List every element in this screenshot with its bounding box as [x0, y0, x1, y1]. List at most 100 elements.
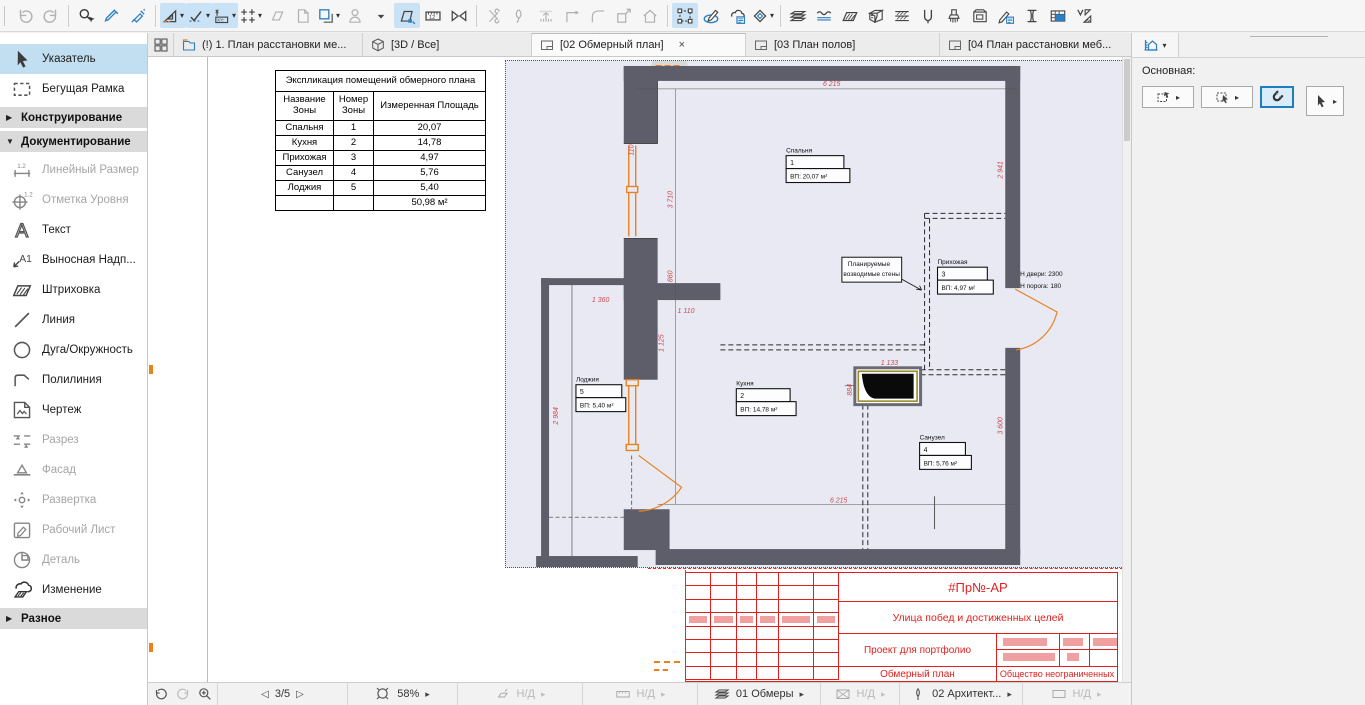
edit-selection-set-button[interactable] — [672, 3, 698, 28]
toolbox-group-more[interactable]: ▶ Разное — [0, 608, 147, 629]
toolbox-item-fill-tool[interactable]: Штриховка — [0, 275, 147, 305]
measure-button[interactable]: 12 — [420, 3, 446, 28]
tab-layout-1[interactable]: (!) 1. План расстановки ме... — [174, 33, 363, 56]
tab-04-furniture-plan[interactable]: [04 План расстановки меб... — [940, 33, 1131, 56]
toolbox-item-text-tool[interactable]: A Текст — [0, 215, 147, 245]
zone-stamp-hall[interactable]: Прихожая 3 ВП: 4,97 м² — [936, 259, 994, 295]
skew-icon — [268, 7, 286, 25]
dropdown-caret-icon[interactable]: ▾ — [258, 11, 262, 20]
tab-3d-all[interactable]: [3D / Все] — [363, 33, 532, 56]
survey-plan-drawing[interactable]: Спальня 1 ВП: 20,07 м² Кухня 2 ВП: 14,78… — [505, 60, 1128, 568]
zoom-control[interactable]: 58% ▸ — [348, 683, 458, 705]
view-history-controls[interactable] — [148, 683, 218, 705]
zone-stamp-kitchen[interactable]: Кухня 2 ВП: 14,78 м² — [735, 381, 797, 417]
favorites-apply-button[interactable] — [1071, 3, 1097, 28]
toolbox-item-arrow-tool[interactable]: Указатель — [0, 44, 147, 74]
drawing-setup-button[interactable] — [967, 3, 993, 28]
guide-lines-button[interactable]: ▾ — [160, 3, 186, 28]
prev-story-icon[interactable]: ◁ — [261, 689, 269, 700]
dropdown-caret-icon[interactable]: ▾ — [180, 11, 184, 20]
tab-label: [02 Обмерный план] — [560, 39, 664, 51]
title-block-cell — [779, 666, 814, 681]
tab-overview-button[interactable] — [148, 33, 174, 56]
layer-selector[interactable]: 01 Обмеры ▸ — [698, 683, 821, 705]
edit-marquee-button[interactable]: ▸ — [1142, 86, 1194, 108]
table-row: Спальня 1 20,07 — [275, 120, 486, 136]
zoom-level[interactable]: 58% — [397, 688, 419, 700]
wave-icon — [815, 7, 833, 25]
dropdown-caret-icon[interactable]: ▾ — [770, 11, 774, 20]
pen-tool-button[interactable] — [915, 3, 941, 28]
zone-stamp-loggia[interactable]: Лоджия 5 ВП: 5,40 м² — [575, 377, 627, 413]
title-block[interactable]: #Пр№-АР Улица побед и достиженных целей … — [685, 572, 1118, 682]
snap-grid-button[interactable]: ▾ — [238, 3, 264, 28]
line-types-button[interactable] — [889, 3, 915, 28]
drawing-canvas[interactable]: Экспликация помещений обмерного плана На… — [148, 57, 1131, 682]
toolbox-item-line-tool[interactable]: Линия — [0, 305, 147, 335]
zone-stamp-bedroom[interactable]: Спальня 1 ВП: 20,07 м² — [785, 148, 851, 184]
annotate-button[interactable] — [698, 3, 724, 28]
quick-layers-button[interactable]: ▾ — [1132, 33, 1179, 57]
dim-icon: 1.2 — [11, 159, 33, 181]
tab-close-icon[interactable]: × — [679, 39, 685, 51]
tab-02-survey-plan[interactable]: [02 Обмерный план] × — [532, 33, 746, 56]
favorites-button[interactable]: ▾ — [750, 3, 776, 28]
scrollbar-thumb[interactable] — [1124, 59, 1130, 141]
dropdown-caret-icon[interactable]: ▾ — [206, 11, 210, 20]
toolbox-item-change-tool[interactable]: Изменение — [0, 575, 147, 605]
callout-planned-walls[interactable]: Планируемые возводимые стены — [841, 256, 922, 291]
zoom-in-icon[interactable] — [197, 686, 213, 702]
title-block-cell — [779, 613, 814, 627]
copy-frame-button[interactable]: ▾ — [316, 3, 342, 28]
snapcheck-icon — [187, 7, 205, 25]
snap-guides-button[interactable]: ▾ — [186, 3, 212, 28]
zone-stamp-bathroom[interactable]: Санузел 4 ВП: 5,76 м² — [919, 435, 972, 470]
menu-arrow-icon[interactable]: ▸ — [425, 689, 430, 700]
complex-profiles-button[interactable] — [1019, 3, 1045, 28]
toolbox-item-polyline-tool[interactable]: Полилиния — [0, 365, 147, 395]
stretch-marquee-button[interactable] — [446, 3, 472, 28]
panel-handle[interactable] — [1250, 36, 1328, 37]
back-icon[interactable] — [153, 686, 169, 702]
coordinate-input-button[interactable]: XY: ▾ — [212, 3, 238, 28]
inject-parameters-button[interactable] — [125, 3, 151, 28]
layer-settings-button[interactable] — [785, 3, 811, 28]
renovation-icon — [495, 686, 511, 702]
toolbox-item-label-tool[interactable]: A1 Выносная Надп... — [0, 245, 147, 275]
schedules-button[interactable] — [1045, 3, 1071, 28]
story-indicator[interactable]: 3/5 — [275, 688, 290, 700]
polygon-edit-button[interactable] — [394, 3, 420, 28]
arrow-mode-button[interactable]: ▸ — [1306, 86, 1345, 116]
vertical-scrollbar[interactable] — [1122, 57, 1131, 682]
fillet-icon — [589, 7, 607, 25]
layerlist-icon — [789, 7, 807, 25]
tab-03-floor-plan[interactable]: [03 План полов] — [746, 33, 940, 56]
composites-button[interactable] — [863, 3, 889, 28]
surfaces-button[interactable] — [941, 3, 967, 28]
next-story-icon[interactable]: ▷ — [296, 689, 304, 700]
more-options-button[interactable] — [368, 3, 394, 28]
magnet-toggle-button[interactable] — [1260, 86, 1294, 108]
findselect-icon — [77, 7, 95, 25]
pen-set-selector[interactable]: 02 Архитект... ▸ — [900, 683, 1023, 705]
dropdown-caret-icon[interactable]: ▾ — [336, 11, 340, 20]
fit-in-window-icon[interactable] — [375, 686, 391, 702]
svg-text:Санузел: Санузел — [920, 435, 945, 442]
toolbar-grip[interactable] — [4, 5, 8, 26]
select-marquee-button[interactable]: ▸ — [1201, 86, 1253, 108]
profiles-button[interactable] — [811, 3, 837, 28]
toolbox-group-design[interactable]: ▶ Конструирование — [0, 107, 147, 128]
pen-sets-button[interactable] — [993, 3, 1019, 28]
pick-up-parameters-button[interactable] — [99, 3, 125, 28]
toolbox-item-drawing-tool[interactable]: Чертеж — [0, 395, 147, 425]
markup-entry-button[interactable] — [724, 3, 750, 28]
toolbox-item-marquee-tool[interactable]: Бегущая Рамка — [0, 74, 147, 104]
current-layer[interactable]: 01 Обмеры — [736, 688, 794, 700]
find-select-button[interactable] — [73, 3, 99, 28]
toolbox-group-documentation[interactable]: ▼ Документирование — [0, 131, 147, 152]
dropdown-caret-icon[interactable]: ▾ — [232, 11, 236, 20]
story-pager[interactable]: ◁ 3/5 ▷ — [218, 683, 348, 705]
current-pen-set[interactable]: 02 Архитект... — [932, 688, 1001, 700]
toolbox-item-arc-circle-tool[interactable]: Дуга/Окружность — [0, 335, 147, 365]
fill-types-button[interactable] — [837, 3, 863, 28]
